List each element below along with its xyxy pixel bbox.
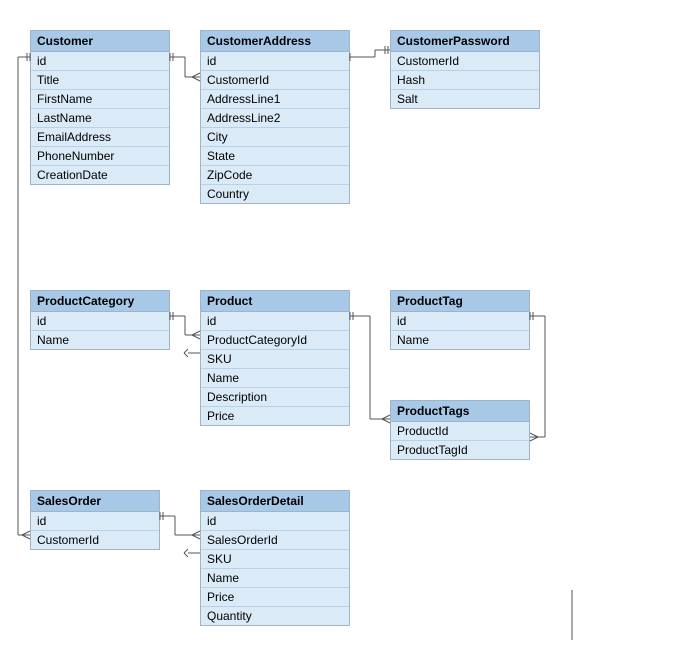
table-row: Price — [201, 407, 349, 425]
table-row: Hash — [391, 71, 539, 90]
table-customer-address-header: CustomerAddress — [201, 31, 349, 52]
table-row: CustomerId — [31, 531, 159, 549]
table-row: PhoneNumber — [31, 147, 169, 166]
table-sales-order-detail-header: SalesOrderDetail — [201, 491, 349, 512]
table-customer-password: CustomerPassword CustomerId Hash Salt — [390, 30, 540, 109]
table-product-tag: ProductTag id Name — [390, 290, 530, 350]
table-row: Name — [391, 331, 529, 349]
table-product: Product id ProductCategoryId SKU Name De… — [200, 290, 350, 426]
table-row: Description — [201, 388, 349, 407]
table-customer-password-header: CustomerPassword — [391, 31, 539, 52]
table-row: ProductId — [391, 422, 529, 441]
table-row: AddressLine2 — [201, 109, 349, 128]
table-row: id — [31, 512, 159, 531]
table-row: State — [201, 147, 349, 166]
table-row: id — [31, 312, 169, 331]
table-row: City — [201, 128, 349, 147]
table-sales-order-header: SalesOrder — [31, 491, 159, 512]
table-product-category: ProductCategory id Name — [30, 290, 170, 350]
table-row: LastName — [31, 109, 169, 128]
table-sales-order: SalesOrder id CustomerId — [30, 490, 160, 550]
table-customer-address: CustomerAddress id CustomerId AddressLin… — [200, 30, 350, 204]
table-row: CreationDate — [31, 166, 169, 184]
table-customer-header: Customer — [31, 31, 169, 52]
table-row: Title — [31, 71, 169, 90]
table-row: SKU — [201, 350, 349, 369]
table-row: ProductCategoryId — [201, 331, 349, 350]
table-row: Price — [201, 588, 349, 607]
table-row: id — [391, 312, 529, 331]
table-row: Name — [201, 569, 349, 588]
table-product-tags: ProductTags ProductId ProductTagId — [390, 400, 530, 460]
table-product-category-header: ProductCategory — [31, 291, 169, 312]
table-row: id — [201, 52, 349, 71]
table-row: AddressLine1 — [201, 90, 349, 109]
table-row: SalesOrderId — [201, 531, 349, 550]
table-row: id — [201, 512, 349, 531]
table-row: Quantity — [201, 607, 349, 625]
table-row: Name — [31, 331, 169, 349]
table-product-tag-header: ProductTag — [391, 291, 529, 312]
table-product-tags-header: ProductTags — [391, 401, 529, 422]
table-row: CustomerId — [201, 71, 349, 90]
table-row: Salt — [391, 90, 539, 108]
table-row: Name — [201, 369, 349, 388]
table-row: id — [201, 312, 349, 331]
table-row: ProductTagId — [391, 441, 529, 459]
diagram: Customer id Title FirstName LastName Ema… — [0, 0, 686, 662]
table-row: id — [31, 52, 169, 71]
table-sales-order-detail: SalesOrderDetail id SalesOrderId SKU Nam… — [200, 490, 350, 626]
table-product-header: Product — [201, 291, 349, 312]
table-row: ZipCode — [201, 166, 349, 185]
table-customer: Customer id Title FirstName LastName Ema… — [30, 30, 170, 185]
table-row: SKU — [201, 550, 349, 569]
table-row: FirstName — [31, 90, 169, 109]
table-row: CustomerId — [391, 52, 539, 71]
table-row: Country — [201, 185, 349, 203]
table-row: EmailAddress — [31, 128, 169, 147]
